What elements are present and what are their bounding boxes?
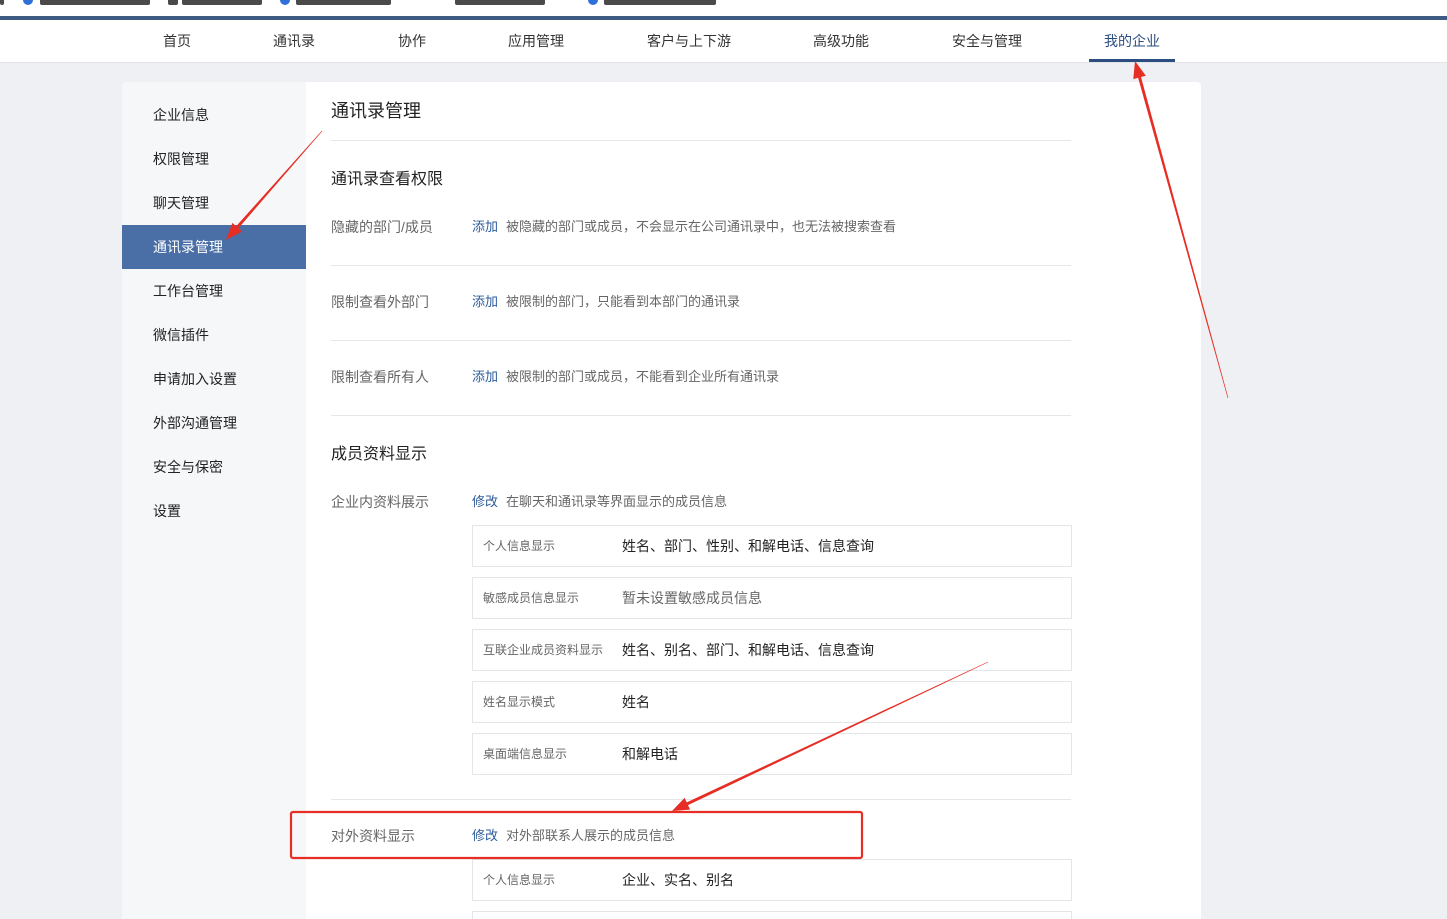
row-main: 修改 对外部联系人展示的成员信息 [472,826,675,846]
sidebar-item-join-request-settings[interactable]: 申请加入设置 [122,357,306,401]
sidebar-item-security-privacy[interactable]: 安全与保密 [122,445,306,489]
bookmark-fragment[interactable] [296,0,391,5]
sidebar-item-settings[interactable]: 设置 [122,489,306,533]
row-label: 限制查看所有人 [331,369,429,385]
row-main: 修改 在聊天和通讯录等界面显示的成员信息 [472,492,727,512]
row-main: 添加 被隐藏的部门或成员，不会显示在公司通讯录中，也无法被搜索查看 [472,217,896,237]
row-label: 企业内资料展示 [331,494,429,510]
nav-customers-upstream-downstream[interactable]: 客户与上下游 [647,20,731,62]
bookmark-favicon-icon[interactable] [23,0,33,5]
sidebar-item-permissions[interactable]: 权限管理 [122,137,306,181]
field-name: 桌面端信息显示 [483,747,568,761]
edit-link[interactable]: 修改 [472,492,498,512]
profile-row-external: 对外资料显示 修改 对外部联系人展示的成员信息 [331,826,1071,846]
profile-field: 敏感成员信息显示 暂未设置敏感成员信息 [472,577,1072,619]
divider [331,415,1071,416]
nav-advanced-features[interactable]: 高级功能 [813,20,869,62]
field-name: 互联企业成员资料显示 [483,643,604,657]
add-link[interactable]: 添加 [472,367,498,387]
sidebar-item-external-communication[interactable]: 外部沟通管理 [122,401,306,445]
bookmarks-bar [0,0,1447,16]
bookmark-fragment[interactable] [0,0,4,5]
sidebar: 企业信息 权限管理 聊天管理 通讯录管理 工作台管理 微信插件 申请加入设置 外… [122,82,306,919]
add-link[interactable]: 添加 [472,292,498,312]
profile-field-cropped [472,911,1072,919]
row-description: 被隐藏的部门或成员，不会显示在公司通讯录中，也无法被搜索查看 [506,219,897,234]
row-label: 隐藏的部门/成员 [331,219,433,235]
field-value: 企业、实名、别名 [622,872,734,888]
divider [331,340,1071,341]
nav-collaboration[interactable]: 协作 [398,20,426,62]
row-main: 添加 被限制的部门，只能看到本部门的通讯录 [472,292,740,312]
bookmark-fragment[interactable] [455,0,545,5]
field-value: 姓名 [622,694,650,710]
section-heading-member-profile: 成员资料显示 [331,446,428,463]
profile-field: 桌面端信息显示 和解电话 [472,733,1072,775]
bookmark-fragment[interactable] [604,0,716,5]
field-value: 和解电话 [622,746,678,762]
nav-my-enterprise[interactable]: 我的企业 [1089,20,1175,62]
profile-field: 姓名显示模式 姓名 [472,681,1072,723]
field-name: 个人信息显示 [483,873,556,887]
sidebar-item-wechat-plugin[interactable]: 微信插件 [122,313,306,357]
row-description: 对外部联系人展示的成员信息 [506,828,676,843]
divider [331,140,1071,141]
sidebar-item-contacts-management[interactable]: 通讯录管理 [122,225,306,269]
profile-field: 个人信息显示 企业、实名、别名 [472,859,1072,901]
profile-field: 个人信息显示 姓名、部门、性别、和解电话、信息查询 [472,525,1072,567]
bookmark-fragment[interactable] [182,0,262,5]
bookmark-fragment[interactable] [40,0,150,5]
field-value: 姓名、别名、部门、和解电话、信息查询 [622,642,874,658]
sidebar-item-company-info[interactable]: 企业信息 [122,93,306,137]
bookmark-favicon-icon[interactable] [588,0,598,5]
row-main: 添加 被限制的部门或成员，不能看到企业所有通讯录 [472,367,779,387]
divider [331,265,1071,266]
row-description: 在聊天和通讯录等界面显示的成员信息 [506,494,728,509]
page-title: 通讯录管理 [331,101,421,121]
edit-link[interactable]: 修改 [472,826,498,846]
permission-row-restrict-everyone: 限制查看所有人 添加 被限制的部门或成员，不能看到企业所有通讯录 [331,367,1071,387]
field-value: 姓名、部门、性别、和解电话、信息查询 [622,538,874,554]
permission-row-hidden-members: 隐藏的部门/成员 添加 被隐藏的部门或成员，不会显示在公司通讯录中，也无法被搜索… [331,217,1071,237]
field-name: 敏感成员信息显示 [483,591,580,605]
sidebar-item-chat-management[interactable]: 聊天管理 [122,181,306,225]
bookmark-favicon-icon[interactable] [280,0,290,5]
nav-app-management[interactable]: 应用管理 [508,20,564,62]
field-value: 暂未设置敏感成员信息 [622,590,762,606]
nav-home[interactable]: 首页 [163,20,191,62]
bookmark-favicon-icon[interactable] [168,0,178,5]
add-link[interactable]: 添加 [472,217,498,237]
nav-contacts[interactable]: 通讯录 [273,20,315,62]
divider [331,799,1071,800]
field-name: 姓名显示模式 [483,695,556,709]
row-label: 限制查看外部门 [331,294,429,310]
main-card: 企业信息 权限管理 聊天管理 通讯录管理 工作台管理 微信插件 申请加入设置 外… [122,82,1201,919]
row-label: 对外资料显示 [331,828,415,844]
section-heading-view-permission: 通讯录查看权限 [331,171,444,188]
row-description: 被限制的部门或成员，不能看到企业所有通讯录 [506,369,780,384]
profile-field: 互联企业成员资料显示 姓名、别名、部门、和解电话、信息查询 [472,629,1072,671]
field-name: 个人信息显示 [483,539,556,553]
top-nav: 首页 通讯录 协作 应用管理 客户与上下游 高级功能 安全与管理 我的企业 [0,20,1447,63]
permission-row-restrict-other-departments: 限制查看外部门 添加 被限制的部门，只能看到本部门的通讯录 [331,292,1071,312]
row-description: 被限制的部门，只能看到本部门的通讯录 [506,294,741,309]
nav-security-management[interactable]: 安全与管理 [952,20,1022,62]
sidebar-item-workbench-management[interactable]: 工作台管理 [122,269,306,313]
profile-row-internal: 企业内资料展示 修改 在聊天和通讯录等界面显示的成员信息 [331,492,1071,512]
